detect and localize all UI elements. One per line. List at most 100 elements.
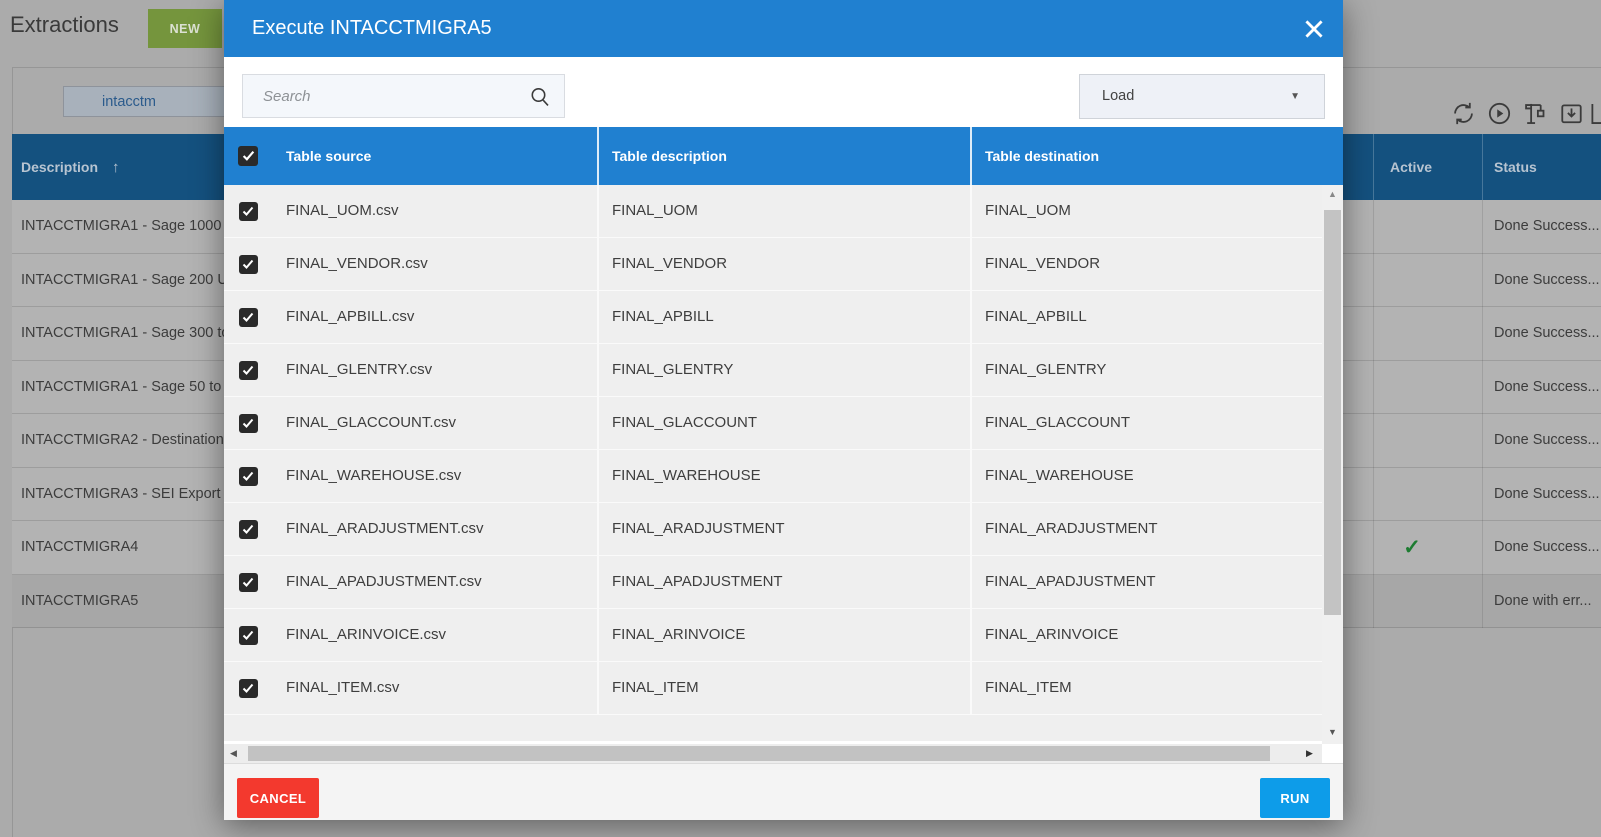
row-status: Done Success...: [1494, 200, 1600, 254]
extractions-search-input[interactable]: [63, 86, 231, 117]
sort-asc-icon: ↑: [112, 159, 120, 176]
load-dropdown-value: Load: [1102, 75, 1134, 118]
row-status: Done Success...: [1494, 254, 1600, 308]
horizontal-scrollbar-thumb[interactable]: [248, 746, 1270, 761]
cell-table-description: FINAL_APBILL: [597, 291, 970, 343]
column-header-table-description[interactable]: Table description: [597, 127, 970, 185]
row-description: INTACCTMIGRA4: [21, 521, 138, 575]
table-row[interactable]: FINAL_APBILL.csvFINAL_APBILLFINAL_APBILL: [224, 291, 1322, 344]
scrollbar-corner: [1322, 744, 1343, 763]
cell-table-destination: FINAL_VENDOR: [970, 238, 1322, 290]
cell-table-destination: FINAL_APBILL: [970, 291, 1322, 343]
row-status: Done Success...: [1494, 307, 1600, 361]
dialog-header: Execute INTACCTMIGRA5: [224, 0, 1343, 57]
table-row[interactable]: FINAL_UOM.csvFINAL_UOMFINAL_UOM: [224, 185, 1322, 238]
active-check-icon: ✓: [1390, 521, 1434, 575]
cell-table-destination: FINAL_ARADJUSTMENT: [970, 503, 1322, 555]
new-button[interactable]: NEW: [148, 9, 222, 48]
row-checkbox[interactable]: [239, 679, 258, 698]
crane-icon[interactable]: [1521, 100, 1548, 127]
run-button[interactable]: RUN: [1260, 778, 1330, 818]
column-divider: [1482, 134, 1483, 200]
cell-table-source: FINAL_WAREHOUSE.csv: [272, 450, 597, 502]
row-checkbox[interactable]: [239, 520, 258, 539]
cell-table-description: FINAL_GLACCOUNT: [597, 397, 970, 449]
chevron-down-icon: ▼: [1290, 75, 1300, 118]
row-checkbox[interactable]: [239, 255, 258, 274]
row-checkbox[interactable]: [239, 626, 258, 645]
refresh-icon[interactable]: [1450, 100, 1477, 127]
table-row[interactable]: FINAL_ARADJUSTMENT.csvFINAL_ARADJUSTMENT…: [224, 503, 1322, 556]
load-dropdown[interactable]: Load ▼: [1079, 74, 1325, 119]
row-status: Done Success...: [1494, 361, 1600, 415]
row-checkbox[interactable]: [239, 414, 258, 433]
dialog-table-header: Table source Table description Table des…: [224, 127, 1343, 185]
cell-table-description: FINAL_WAREHOUSE: [597, 450, 970, 502]
table-row[interactable]: FINAL_GLENTRY.csvFINAL_GLENTRYFINAL_GLEN…: [224, 344, 1322, 397]
column-divider: [1373, 200, 1374, 628]
table-row[interactable]: FINAL_APADJUSTMENT.csvFINAL_APADJUSTMENT…: [224, 556, 1322, 609]
dialog-table-body: FINAL_UOM.csvFINAL_UOMFINAL_UOMFINAL_VEN…: [224, 185, 1322, 741]
cell-table-source: FINAL_VENDOR.csv: [272, 238, 597, 290]
cancel-button[interactable]: CANCEL: [237, 778, 319, 818]
cell-table-description: FINAL_ARADJUSTMENT: [597, 503, 970, 555]
table-row[interactable]: FINAL_ITEM.csvFINAL_ITEMFINAL_ITEM: [224, 662, 1322, 715]
execute-dialog: Execute INTACCTMIGRA5 Load ▼ Table sourc…: [224, 0, 1343, 820]
cell-table-destination: FINAL_ITEM: [970, 662, 1322, 714]
table-row[interactable]: FINAL_VENDOR.csvFINAL_VENDORFINAL_VENDOR: [224, 238, 1322, 291]
cell-table-description: FINAL_VENDOR: [597, 238, 970, 290]
scroll-down-icon[interactable]: ▼: [1322, 727, 1343, 737]
scroll-up-icon[interactable]: ▲: [1322, 189, 1343, 199]
vertical-scrollbar-thumb[interactable]: [1324, 210, 1341, 615]
scroll-left-icon[interactable]: ◀: [230, 744, 237, 763]
run-circle-icon[interactable]: [1486, 100, 1513, 127]
cell-table-source: FINAL_ITEM.csv: [272, 662, 597, 714]
table-row[interactable]: FINAL_GLACCOUNT.csvFINAL_GLACCOUNTFINAL_…: [224, 397, 1322, 450]
row-checkbox[interactable]: [239, 202, 258, 221]
cell-table-description: FINAL_ARINVOICE: [597, 609, 970, 661]
column-header-description[interactable]: Description↑: [21, 134, 120, 201]
row-description: INTACCTMIGRA3 - SEI Export to: [21, 468, 237, 522]
row-checkbox[interactable]: [239, 361, 258, 380]
column-header-status[interactable]: Status: [1494, 134, 1537, 200]
row-description: INTACCTMIGRA1 - Sage 300 to: [21, 307, 229, 361]
cell-table-source: FINAL_GLACCOUNT.csv: [272, 397, 597, 449]
cell-table-source: FINAL_APBILL.csv: [272, 291, 597, 343]
cell-table-description: FINAL_GLENTRY: [597, 344, 970, 396]
search-icon[interactable]: [528, 85, 552, 109]
dialog-search-input[interactable]: [243, 75, 564, 117]
cell-table-destination: FINAL_GLENTRY: [970, 344, 1322, 396]
row-checkbox[interactable]: [239, 573, 258, 592]
column-divider: [1482, 200, 1483, 628]
column-header-active[interactable]: Active: [1390, 134, 1432, 200]
download-icon[interactable]: [1558, 100, 1585, 127]
scroll-right-icon[interactable]: ▶: [1306, 744, 1313, 763]
close-icon[interactable]: [1301, 16, 1327, 42]
cell-table-source: FINAL_APADJUSTMENT.csv: [272, 556, 597, 608]
cell-table-destination: FINAL_GLACCOUNT: [970, 397, 1322, 449]
cell-table-destination: FINAL_ARINVOICE: [970, 609, 1322, 661]
cell-table-description: FINAL_APADJUSTMENT: [597, 556, 970, 608]
dialog-title: Execute INTACCTMIGRA5: [252, 0, 492, 57]
column-header-table-source[interactable]: Table source: [272, 127, 597, 185]
dialog-footer: CANCEL RUN: [224, 763, 1343, 820]
vertical-scrollbar[interactable]: ▲ ▼: [1322, 185, 1343, 744]
cell-table-destination: FINAL_UOM: [970, 185, 1322, 237]
horizontal-scrollbar[interactable]: ◀ ▶: [224, 744, 1322, 763]
select-all-checkbox[interactable]: [238, 146, 258, 166]
table-row[interactable]: FINAL_WAREHOUSE.csvFINAL_WAREHOUSEFINAL_…: [224, 450, 1322, 503]
column-divider: [1373, 134, 1374, 200]
row-checkbox[interactable]: [239, 308, 258, 327]
cell-table-destination: FINAL_APADJUSTMENT: [970, 556, 1322, 608]
chart-partial-icon: [1590, 100, 1601, 127]
column-header-table-destination[interactable]: Table destination: [970, 127, 1343, 185]
row-description: INTACCTMIGRA1 - Sage 1000 to: [21, 200, 238, 254]
row-status: Done Success...: [1494, 521, 1600, 575]
row-description: INTACCTMIGRA1 - Sage 200 UK: [21, 254, 238, 308]
row-status: Done Success...: [1494, 468, 1600, 522]
table-row[interactable]: FINAL_ARINVOICE.csvFINAL_ARINVOICEFINAL_…: [224, 609, 1322, 662]
row-status: Done with err...: [1494, 575, 1592, 629]
cell-table-source: FINAL_UOM.csv: [272, 185, 597, 237]
row-checkbox[interactable]: [239, 467, 258, 486]
page-title: Extractions: [10, 12, 119, 38]
